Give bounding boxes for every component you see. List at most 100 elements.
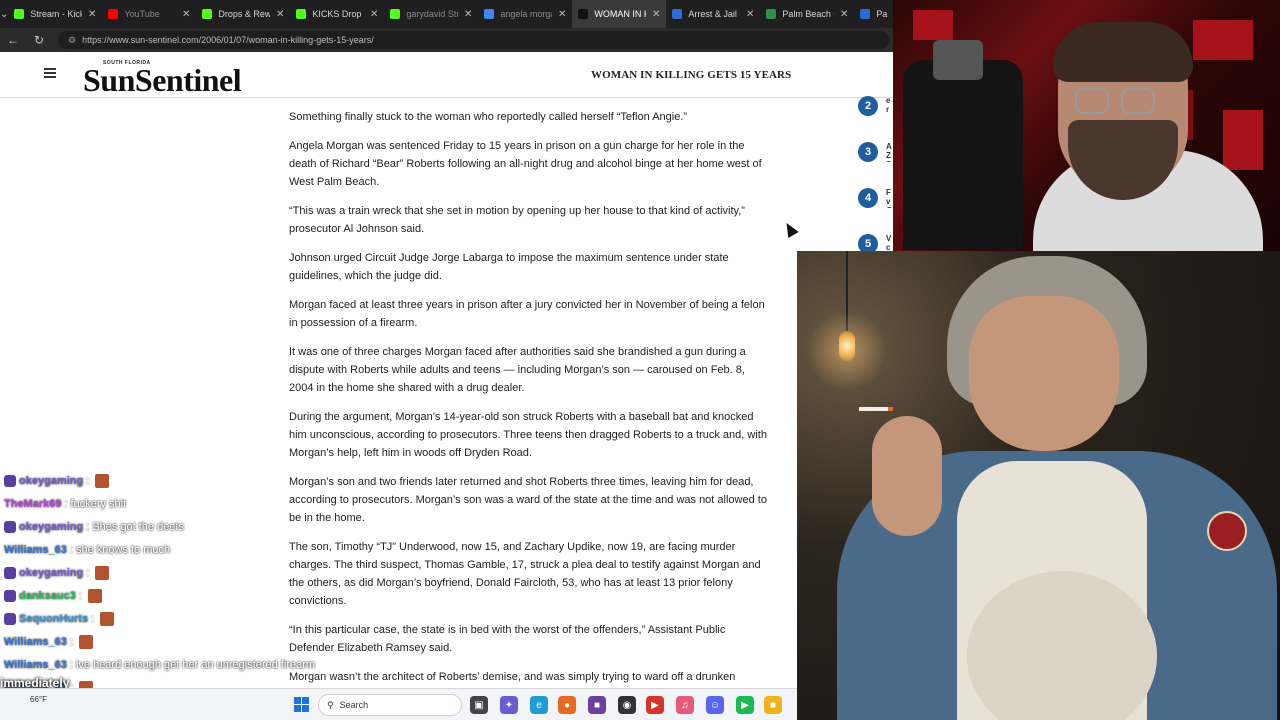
close-icon[interactable]: ✕ [182, 9, 190, 20]
hamburger-menu-icon[interactable] [44, 68, 56, 78]
copilot-icon[interactable]: ✦ [500, 696, 518, 714]
chat-emote-icon [100, 612, 115, 626]
firefox-icon[interactable]: ● [558, 696, 576, 714]
logo-wordmark: SunSentinel [83, 62, 242, 98]
browser-tab[interactable]: garydavid Stre ✕ [384, 0, 478, 28]
browser-tab[interactable]: KICKS Drop is ✕ [290, 0, 384, 28]
mouse-cursor-icon [781, 219, 799, 239]
browser-tab[interactable]: angela morgan ✕ [478, 0, 572, 28]
chat-username[interactable]: Williams_63 [4, 636, 67, 648]
close-icon[interactable]: ✕ [88, 9, 96, 20]
task-view-icon[interactable]: ▣ [470, 696, 488, 714]
sun-sentinel-logo[interactable]: SOUTH FLORIDA SunSentinel [83, 58, 283, 98]
chat-separator: : [64, 498, 68, 510]
chat-username[interactable]: SequonHurts [19, 613, 88, 625]
taskbar-search-label: Search [339, 700, 369, 710]
edge-icon[interactable]: e [530, 696, 548, 714]
chat-emote-icon [95, 474, 110, 488]
browser-tab[interactable]: Drops & Rewar ✕ [196, 0, 290, 28]
header-article-title: WOMAN IN KILLING GETS 15 YEARS [591, 69, 792, 81]
browser-tab[interactable]: Stream - Kick D ✕ [8, 0, 102, 28]
browser-toolbar: ← ↻ ⚙ https://www.sun-sentinel.com/2006/… [0, 28, 893, 52]
browser-tab[interactable]: Palm Beach Co ✕ [760, 0, 854, 28]
file-explorer-icon[interactable]: ■ [764, 696, 782, 714]
taskbar-search[interactable]: ⚲ Search [318, 694, 462, 716]
browser-tab[interactable]: Arrest & Jail - F ✕ [666, 0, 760, 28]
chat-emote-icon [95, 566, 110, 580]
chat-username[interactable]: Williams_63 [4, 544, 67, 556]
chat-username[interactable]: danksauc3 [19, 590, 76, 602]
streamlabs-icon[interactable]: ▶ [646, 696, 664, 714]
close-icon[interactable]: ✕ [746, 9, 754, 20]
streamer-webcam [893, 0, 1280, 251]
article-paragraph: Johnson urged Circuit Judge Jorge Labarg… [289, 252, 729, 282]
reload-icon[interactable]: ↻ [32, 33, 46, 47]
chat-username[interactable]: TheMark69 [4, 498, 61, 510]
stream-chat-overlay: okeygaming: TheMark69: fuckery shit okeygam… [0, 472, 420, 698]
chat-badge-icon [4, 613, 16, 625]
chat-emote-icon [87, 589, 102, 603]
chat-text: fuckery shit [70, 498, 127, 510]
chat-text: she knows to much [75, 544, 171, 556]
chat-separator: : [69, 544, 73, 556]
browser-tab[interactable]: YouTube ✕ [102, 0, 196, 28]
discord-icon[interactable]: ☺ [706, 696, 724, 714]
kick-icon [202, 9, 213, 19]
close-icon[interactable]: ✕ [558, 9, 566, 20]
weather-widget[interactable]: 66°F [30, 695, 47, 704]
site-info-icon[interactable]: ⚙ [68, 35, 76, 46]
chat-text: Shes got the deets [92, 521, 184, 533]
chat-message: danksauc3: [4, 587, 102, 605]
back-arrow-icon[interactable]: ← [6, 33, 20, 47]
trending-rank: 3 [858, 142, 878, 162]
obs-icon[interactable]: ◉ [618, 696, 636, 714]
chat-message: SequonHurts: [4, 610, 115, 628]
trending-rank: 2 [858, 96, 878, 116]
chat-message: Williams_63: ive heard enough get her an … [4, 656, 315, 674]
tab-list-chevron-icon[interactable]: ⌄ [0, 0, 8, 28]
close-icon[interactable]: ✕ [464, 9, 472, 20]
app-icon[interactable]: ■ [588, 696, 606, 714]
article-paragraph: During the argument, Morgan’s 14-year-ol… [289, 411, 767, 459]
sun-sentinel-icon [578, 9, 589, 19]
chat-username[interactable]: Williams_63 [4, 659, 67, 671]
tab-label: Palm Beach Co [782, 9, 834, 19]
chat-separator: : [86, 521, 90, 533]
chat-separator: : [69, 636, 73, 648]
windows-start-icon[interactable] [294, 697, 309, 712]
trending-item[interactable]: 3A Z S [858, 142, 898, 162]
cigarette-icon [859, 407, 893, 411]
chat-separator: : [78, 590, 82, 602]
browser-tab[interactable]: Pal [854, 0, 894, 28]
kick-icon [14, 9, 25, 19]
screen: ⌄ Stream - Kick D ✕ YouTube ✕ Drops & Rewar ✕… [0, 0, 1280, 720]
trending-item[interactable]: 4F v G [858, 188, 898, 208]
tab-label: Arrest & Jail - F [688, 9, 740, 19]
trending-item[interactable]: 2e i r [858, 96, 898, 116]
spotify-icon[interactable]: ▶ [736, 696, 754, 714]
close-icon[interactable]: ✕ [840, 9, 848, 20]
music-icon[interactable]: ♫ [676, 696, 694, 714]
trending-list: 2e i r3A Z S4F v G5V c [858, 96, 898, 254]
tab-label: Drops & Rewar [218, 9, 270, 19]
browser-tab[interactable]: WOMAN IN KIL ✕ [572, 0, 667, 28]
article-paragraph: Something finally stuck to the woman who… [289, 111, 688, 123]
star-icon [860, 9, 871, 19]
address-bar[interactable]: ⚙ https://www.sun-sentinel.com/2006/01/0… [58, 31, 889, 49]
woman-portrait-image [797, 251, 1280, 720]
tab-label: KICKS Drop is [312, 9, 364, 19]
chat-message: okeygaming: [4, 564, 110, 582]
chat-emote-icon [78, 635, 93, 649]
close-icon[interactable]: ✕ [652, 9, 660, 20]
chat-username[interactable]: okeygaming [19, 567, 83, 579]
close-icon[interactable]: ✕ [370, 9, 378, 20]
trending-rank: 4 [858, 188, 878, 208]
chat-username[interactable]: okeygaming [19, 475, 83, 487]
chat-username[interactable]: okeygaming [19, 521, 83, 533]
chat-text: ive heard enough get her an unregistered… [75, 659, 316, 671]
tab-label: angela morgan [500, 9, 552, 19]
lightbulb-icon [839, 331, 855, 361]
kick-icon [390, 9, 401, 19]
close-icon[interactable]: ✕ [276, 9, 284, 20]
tab-label: Stream - Kick D [30, 9, 82, 19]
